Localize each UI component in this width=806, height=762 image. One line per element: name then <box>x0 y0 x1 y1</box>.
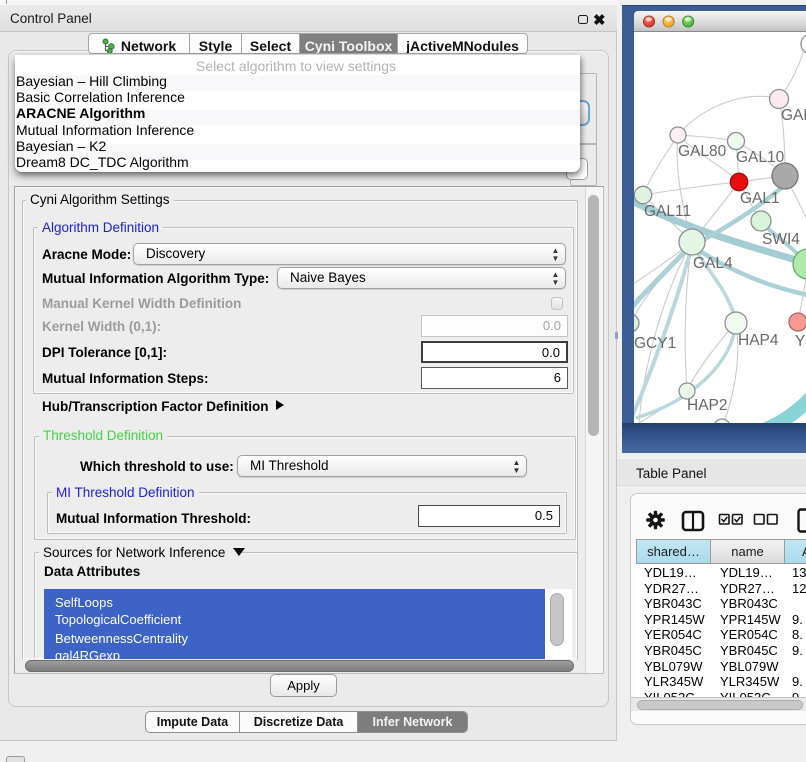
svg-text:SWI4: SWI4 <box>762 231 800 248</box>
svg-text:HAP4: HAP4 <box>738 332 779 349</box>
svg-text:HAP2: HAP2 <box>687 397 728 414</box>
svg-text:GCY1: GCY1 <box>634 335 676 352</box>
svg-text:GAL1: GAL1 <box>740 190 780 207</box>
svg-text:GAL10: GAL10 <box>736 149 785 166</box>
svg-text:YD: YD <box>795 333 806 350</box>
svg-text:GAL11: GAL11 <box>644 203 691 220</box>
svg-text:GAL2: GAL2 <box>781 107 806 124</box>
svg-text:GAL4: GAL4 <box>693 255 733 272</box>
svg-text:GAL80: GAL80 <box>678 143 727 160</box>
